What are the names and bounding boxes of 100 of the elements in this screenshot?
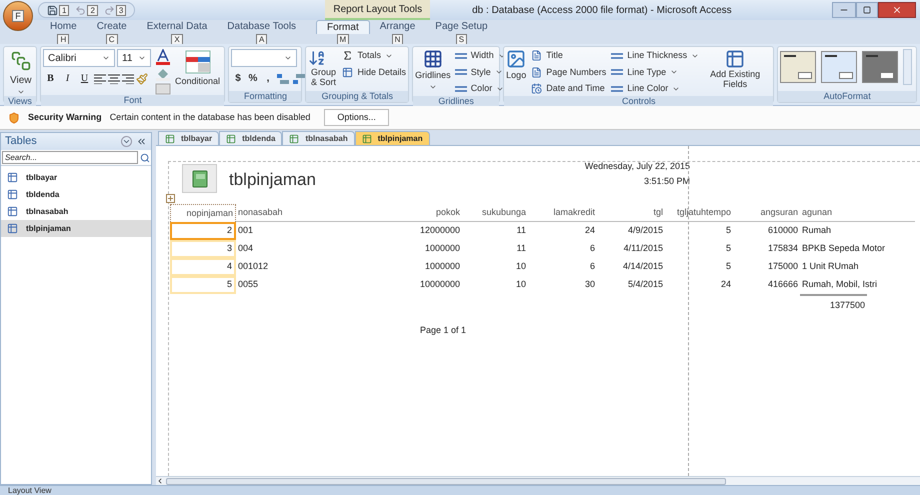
table-cell-text: 6: [588, 260, 596, 274]
table-cell[interactable]: 5: [170, 276, 236, 294]
line-style-icon: [454, 68, 467, 76]
column-header: sukubunga: [482, 206, 526, 219]
insert-control-button[interactable]: Date and Time: [531, 82, 606, 96]
table-cell-text: 11: [516, 242, 527, 256]
ribbon-tab[interactable]: Arrange: [370, 20, 426, 34]
scroll-thumb[interactable]: [166, 478, 726, 484]
fill-color-icon[interactable]: [155, 67, 171, 81]
picture-icon: [506, 49, 526, 69]
table-cell[interactable]: 2: [170, 222, 236, 240]
document-tab[interactable]: tblpinjaman: [354, 131, 430, 145]
navigation-item[interactable]: tbldenda: [1, 186, 151, 203]
document-tab[interactable]: tblnasabah: [282, 131, 355, 145]
search-icon[interactable]: [140, 152, 150, 162]
restore-button[interactable]: [856, 2, 878, 18]
dropdown-icon[interactable]: [121, 136, 132, 147]
close-icon: [892, 5, 902, 15]
keytip-badge: 1: [59, 4, 70, 16]
search-field[interactable]: Search...: [2, 151, 138, 164]
conditional-button[interactable]: Conditional: [175, 49, 220, 95]
add-existing-fields-button[interactable]: Add Existing Fields: [704, 49, 766, 96]
gridline-option-button[interactable]: Style: [454, 66, 506, 79]
gridline-color-icon[interactable]: [155, 83, 171, 95]
navigation-item[interactable]: tblbayar: [1, 169, 151, 186]
gallery-scrollbar[interactable]: [903, 49, 912, 85]
collapse-icon[interactable]: [136, 136, 147, 147]
table-icon: [7, 189, 18, 200]
number-format-button[interactable]: %: [246, 71, 260, 86]
group-label: Gridlines: [413, 96, 500, 106]
calendar-icon: [531, 83, 542, 94]
table-cell-text: BPKB Sepeda Motor: [801, 242, 886, 256]
view-button[interactable]: View: [6, 49, 36, 96]
keytip-badge: 2: [87, 4, 98, 16]
font-style-button[interactable]: I: [60, 70, 75, 87]
keytip-badge: M: [336, 34, 350, 45]
navigation-item[interactable]: tblpinjaman: [1, 220, 151, 237]
table-cell-text: 5/4/2015: [626, 278, 664, 292]
autoformat-swatch[interactable]: [862, 51, 898, 83]
line-option-button[interactable]: Line Type: [611, 66, 700, 79]
number-format-button[interactable]: ,: [261, 71, 274, 86]
navigation-item[interactable]: tblnasabah: [1, 203, 151, 220]
format-field[interactable]: [231, 49, 298, 67]
gridlines-icon: [422, 49, 443, 69]
caret-icon: [284, 54, 292, 62]
document-tab[interactable]: tbldenda: [219, 131, 282, 145]
close-button[interactable]: [878, 2, 916, 18]
font-name-field[interactable]: Calibri: [43, 49, 115, 67]
totals-button[interactable]: Totals: [342, 49, 406, 62]
ribbon-tab[interactable]: Create: [86, 20, 137, 34]
table-cell-text: 416666: [766, 278, 799, 292]
table-cell-text: 4/9/2015: [626, 224, 664, 238]
table-cell[interactable]: 4: [170, 258, 236, 276]
table-cell-text: 5: [724, 224, 732, 238]
group-sort-button[interactable]: Group & Sort: [308, 49, 338, 87]
scroll-left-icon[interactable]: [156, 477, 164, 485]
column-header: agunan: [802, 206, 832, 219]
align-right-icon[interactable]: [122, 74, 134, 84]
ribbon-tab[interactable]: Format: [316, 20, 370, 34]
insert-control-button[interactable]: Page Numbers: [531, 66, 606, 79]
gridlines-button[interactable]: Gridlines: [415, 49, 451, 96]
restore-icon: [863, 6, 871, 14]
autoformat-swatch[interactable]: [780, 51, 816, 83]
increase-decimals-icon[interactable]: [276, 72, 290, 84]
table-cell-text: 10000000: [418, 278, 461, 292]
keytip-badge: N: [392, 34, 404, 45]
autoformat-swatch[interactable]: [821, 51, 858, 83]
font-size-field[interactable]: 11: [117, 49, 151, 67]
align-left-icon[interactable]: [94, 74, 106, 84]
font-style-button[interactable]: U: [77, 70, 92, 87]
table-icon: [289, 134, 300, 144]
number-format-button[interactable]: $: [231, 71, 244, 86]
ribbon-tab[interactable]: External Data: [136, 20, 218, 34]
options-button[interactable]: Options...: [324, 109, 389, 126]
ribbon-tab[interactable]: Home: [40, 20, 87, 34]
gridline-option-button[interactable]: Width: [454, 49, 506, 62]
font-color-icon[interactable]: [155, 49, 171, 65]
table-cell[interactable]: 3: [170, 240, 236, 258]
insert-control-button[interactable]: Title: [531, 49, 606, 62]
save-icon[interactable]: [47, 4, 58, 16]
table-icon: [342, 66, 354, 78]
logo-button[interactable]: Logo: [506, 49, 526, 96]
table-cell-text: 5: [724, 260, 732, 274]
keytip-badge: C: [106, 34, 118, 45]
ribbon-tab[interactable]: Database Tools: [217, 20, 306, 34]
table-cell-text: 0055: [237, 278, 260, 292]
hide-details-button[interactable]: Hide Details: [342, 66, 406, 79]
line-option-button[interactable]: Line Thickness: [611, 49, 700, 62]
line-option-button[interactable]: Line Color: [611, 82, 700, 96]
font-style-button[interactable]: B: [43, 70, 58, 87]
decrease-decimals-icon[interactable]: [292, 72, 306, 84]
align-center-icon[interactable]: [108, 74, 120, 84]
office-button[interactable]: F: [3, 1, 33, 31]
table-cell-text: 10: [514, 260, 527, 274]
table-icon: [7, 223, 18, 234]
gridline-option-button[interactable]: Color: [454, 82, 506, 96]
contextual-tab-label: Report Layout Tools: [325, 0, 430, 20]
document-tab[interactable]: tblbayar: [158, 131, 220, 145]
ribbon-tab[interactable]: Page Setup: [425, 20, 498, 34]
report-date: Wednesday, July 22, 2015: [584, 160, 690, 173]
